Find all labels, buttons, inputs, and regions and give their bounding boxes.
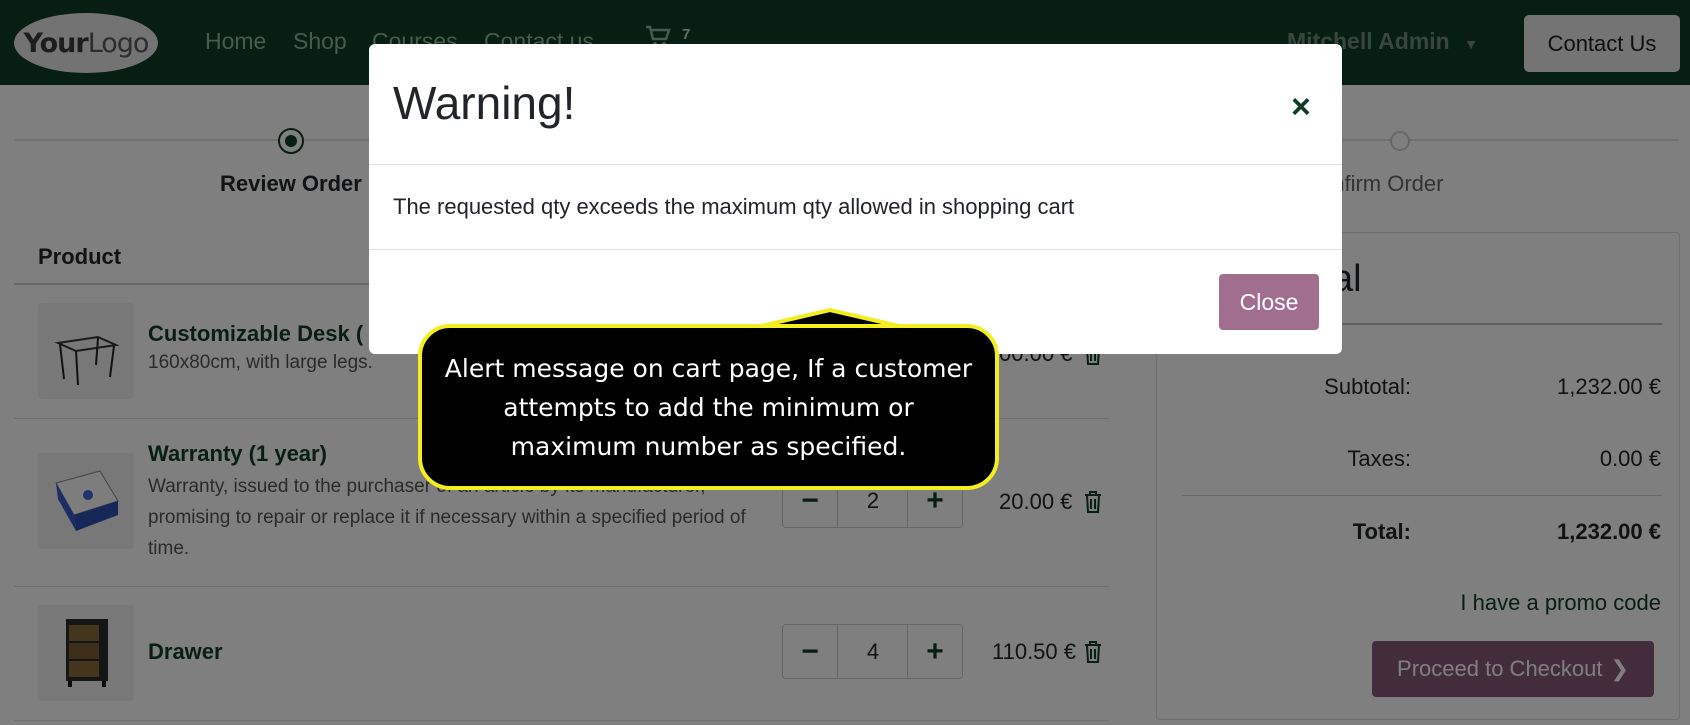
callout-text: Alert message on cart page, If a custome… — [444, 353, 973, 461]
close-button[interactable]: Close — [1219, 274, 1319, 330]
dialog-message: The requested qty exceeds the maximum qt… — [393, 194, 1075, 219]
dialog-title: Warning! — [393, 77, 576, 129]
annotation-callout: Alert message on cart page, If a custome… — [418, 324, 999, 490]
dialog-header: Warning! × — [369, 44, 1342, 165]
dialog-footer-divider — [369, 249, 1342, 250]
close-icon[interactable]: × — [1291, 90, 1311, 124]
